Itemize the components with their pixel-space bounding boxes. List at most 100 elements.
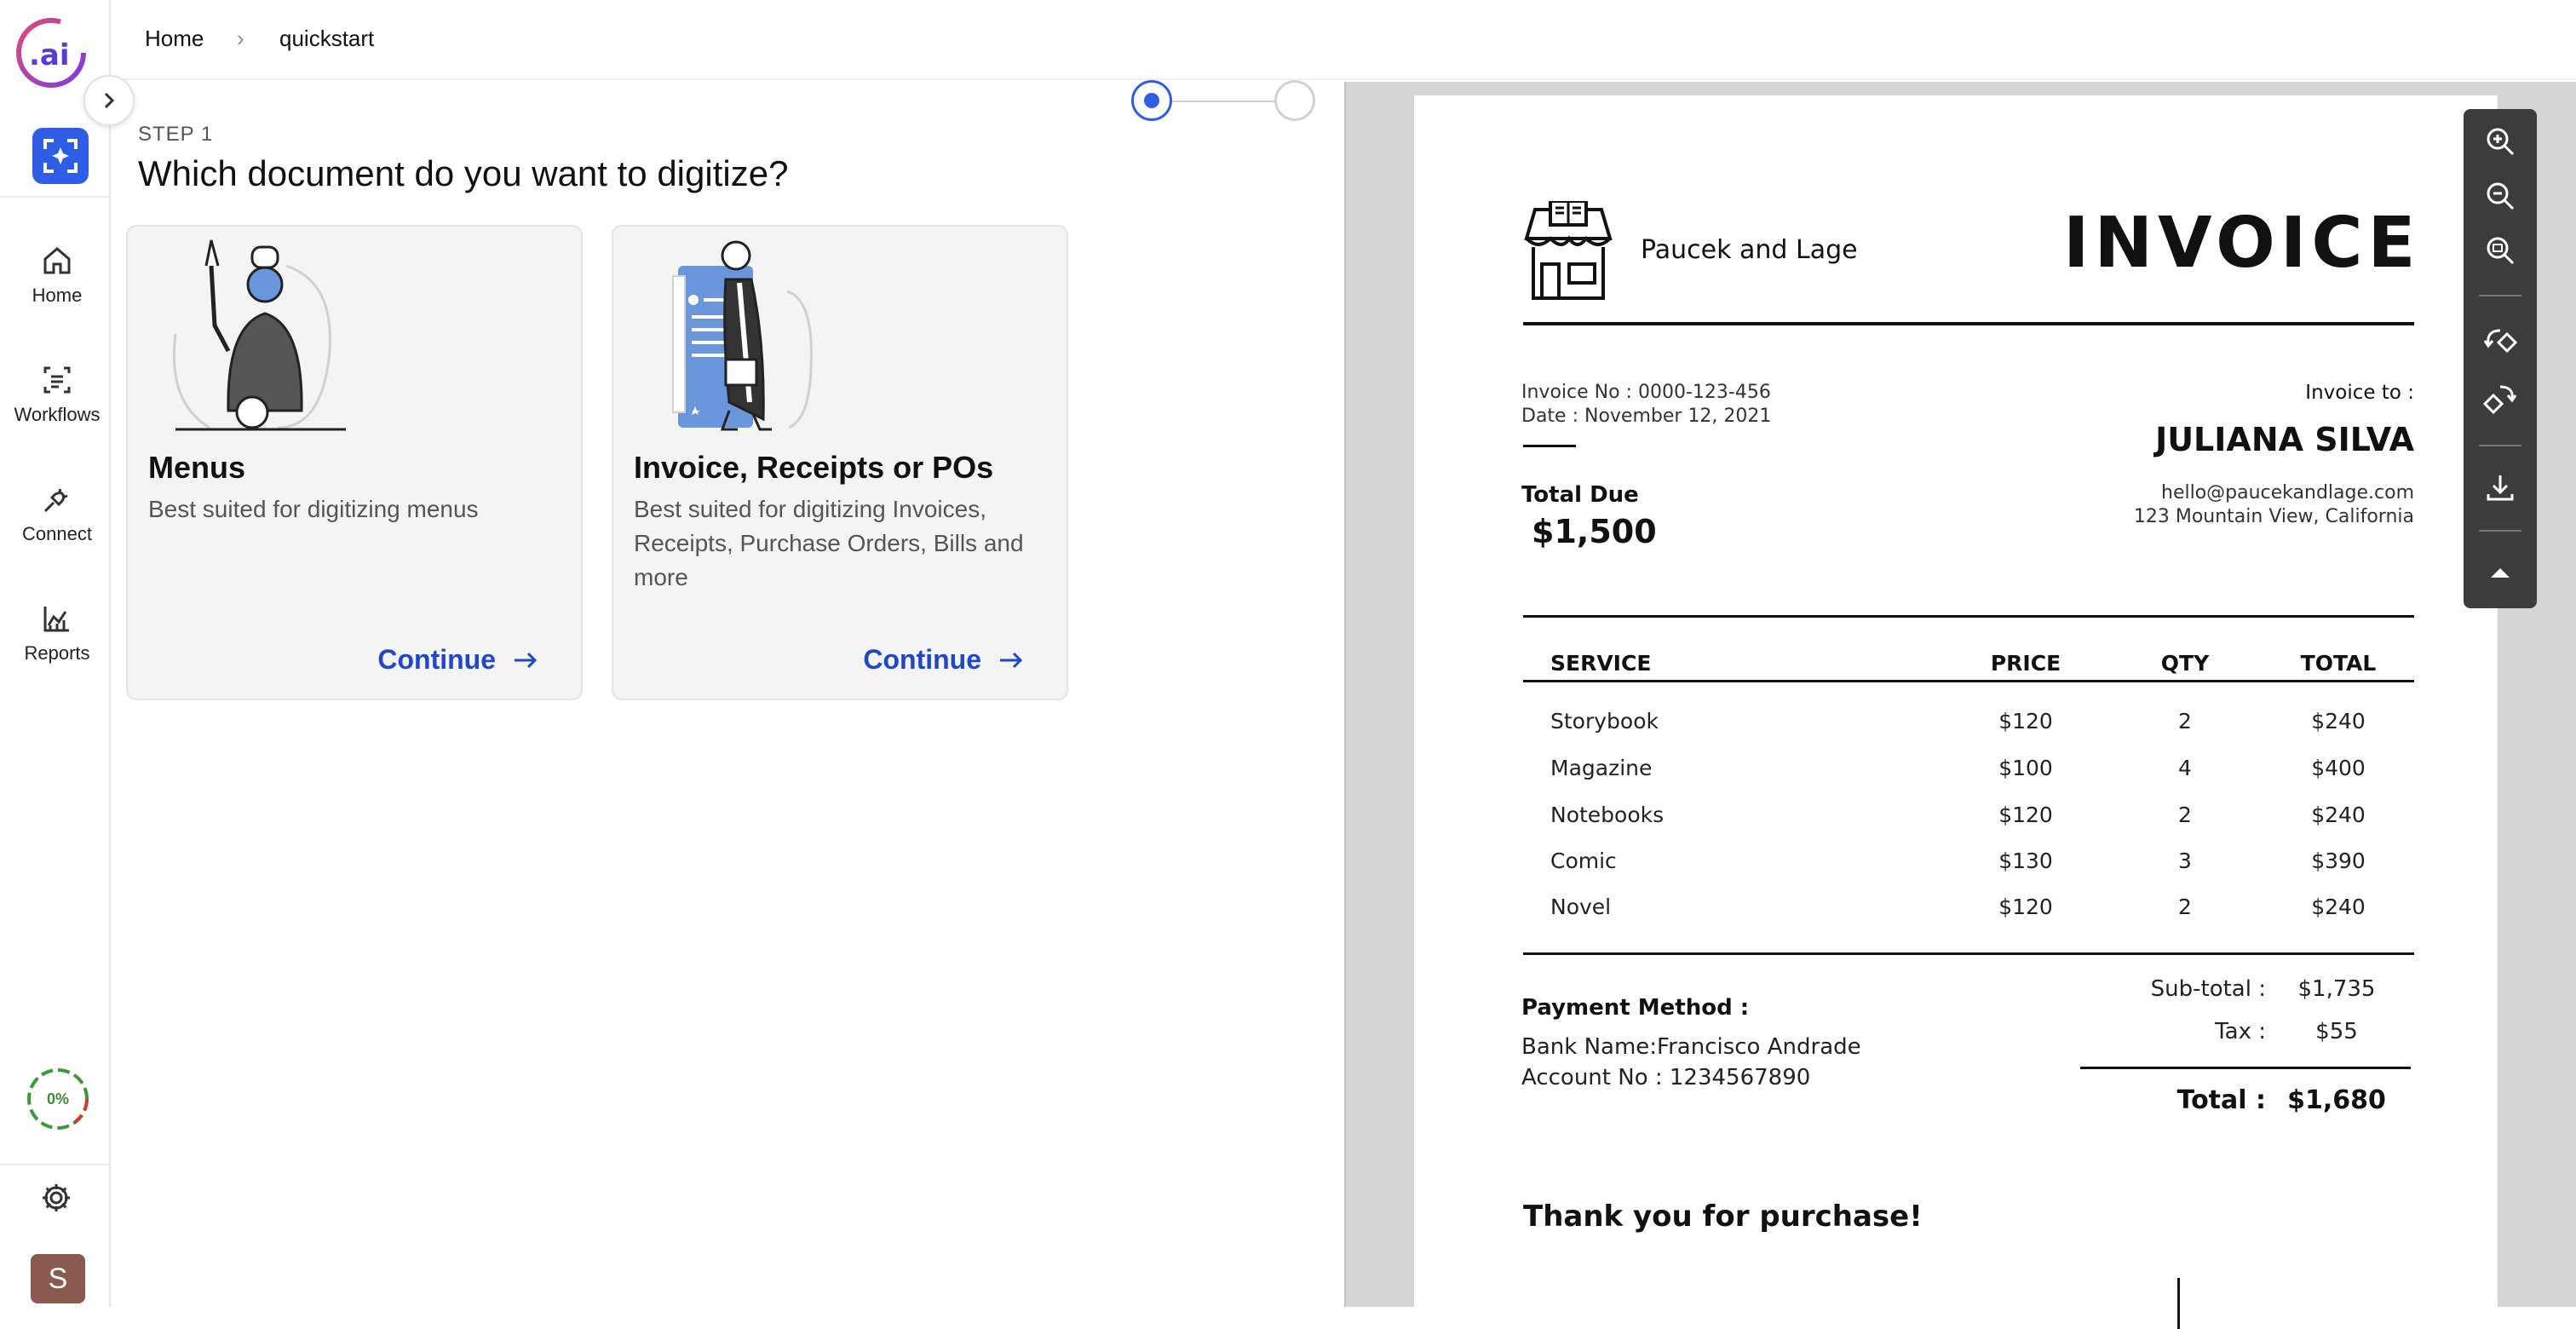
table-header-qty: QTY: [2160, 651, 2210, 676]
sidebar-item-workflows[interactable]: Workflows: [0, 363, 114, 426]
zoom-fit-button[interactable]: [2464, 227, 2537, 274]
sidebar-item-label: Reports: [24, 642, 90, 664]
sidebar-item-label: Connect: [22, 523, 92, 544]
short-divider: [1523, 445, 1576, 447]
scan-sparkle-icon: [43, 139, 78, 173]
row-total: $240: [2311, 709, 2366, 734]
signature-mark: [2177, 1278, 2180, 1329]
row-total: $400: [2311, 756, 2366, 780]
breadcrumb-home[interactable]: Home: [145, 26, 204, 52]
progress-value: 0%: [46, 1090, 69, 1108]
arrow-right-icon: [515, 652, 538, 668]
toolbar-divider: [2479, 295, 2521, 296]
sidebar-divider: [0, 196, 111, 198]
sidebar-item-reports[interactable]: Reports: [0, 601, 114, 664]
bank-name: Bank Name:Francisco Andrade: [1521, 1034, 1861, 1060]
invoice-document-illustration: [672, 240, 813, 431]
client-address: 123 Mountain View, California: [2133, 506, 2414, 527]
zoom-in-icon: [2487, 128, 2515, 156]
zoom-out-icon: [2487, 182, 2515, 210]
table-header-border: [1523, 680, 2414, 682]
workflows-icon: [43, 366, 71, 394]
invoice-date: Date : November 12, 2021: [1521, 406, 1772, 427]
menus-card[interactable]: Menus Best suited for digitizing menus C…: [126, 225, 583, 700]
client-name: JULIANA SILVA: [2155, 421, 2414, 458]
continue-label: Continue: [377, 644, 496, 675]
rotate-left-icon: [2483, 329, 2517, 354]
step-2-indicator[interactable]: [1274, 80, 1315, 121]
header-divider: [1523, 322, 2414, 325]
zoom-in-button[interactable]: [2464, 118, 2537, 165]
chevron-right-icon: [104, 92, 115, 109]
sidebar-item-home[interactable]: Home: [0, 244, 114, 307]
card-title: Menus: [148, 450, 246, 485]
card-title: Invoice, Receipts or POs: [634, 450, 994, 485]
tax-label: Tax :: [2215, 1019, 2266, 1044]
row-qty: 2: [2178, 895, 2192, 919]
gear-icon: [43, 1184, 70, 1211]
table-header-total: TOTAL: [2300, 651, 2377, 676]
settings-button[interactable]: [39, 1181, 73, 1219]
chef-illustration: [172, 239, 346, 431]
row-qty: 2: [2178, 803, 2192, 827]
row-price: $120: [1998, 709, 2053, 734]
table-header-service: SERVICE: [1550, 651, 1652, 676]
tax-value: $55: [2315, 1019, 2358, 1044]
subtotal-value: $1,735: [2297, 976, 2376, 1002]
caret-up-icon: [2491, 568, 2510, 578]
logo-icon: .ai: [16, 18, 86, 88]
menus-continue-button[interactable]: Continue: [377, 644, 538, 676]
rotate-right-button[interactable]: [2464, 377, 2537, 424]
total-label: Total :: [2176, 1085, 2266, 1115]
client-email: hello@paucekandlage.com: [2161, 482, 2414, 503]
row-service: Comic: [1550, 849, 1617, 873]
row-qty: 2: [2178, 709, 2192, 734]
quickstart-button[interactable]: [32, 128, 89, 184]
row-price: $120: [1998, 895, 2053, 919]
step-1-indicator[interactable]: [1131, 80, 1172, 121]
row-service: Storybook: [1550, 709, 1659, 734]
card-description: Best suited for digitizing menus: [148, 496, 479, 522]
sidebar-item-connect[interactable]: Connect: [0, 482, 114, 545]
row-total: $240: [2311, 895, 2366, 919]
rotate-left-button[interactable]: [2464, 319, 2537, 366]
payment-method-label: Payment Method :: [1521, 995, 1750, 1021]
continue-label: Continue: [863, 644, 981, 675]
sidebar-item-label: Workflows: [14, 404, 101, 425]
row-total: $390: [2311, 849, 2366, 873]
stepper-line: [1172, 101, 1283, 102]
breadcrumb-current: quickstart: [279, 26, 375, 51]
invoice-continue-button[interactable]: Continue: [863, 644, 1024, 676]
table-bottom-border: [1523, 952, 2414, 955]
logo-text: .ai: [29, 38, 70, 72]
invoice-page: Paucek and Lage INVOICE Invoice No : 000…: [1414, 95, 2498, 1329]
sidebar-expand-button[interactable]: [83, 75, 135, 126]
table-header-price: PRICE: [1990, 651, 2061, 676]
download-button[interactable]: [2464, 463, 2537, 511]
invoice-number: Invoice No : 0000-123-456: [1521, 382, 1771, 403]
home-icon: [43, 247, 71, 274]
rotate-right-icon: [2483, 385, 2517, 415]
row-qty: 3: [2178, 849, 2192, 873]
usage-progress-ring[interactable]: 0%: [24, 1065, 92, 1133]
avatar[interactable]: S: [31, 1254, 85, 1303]
collapse-toolbar-button[interactable]: [2464, 549, 2537, 596]
row-service: Novel: [1550, 895, 1612, 919]
row-price: $130: [1998, 849, 2053, 873]
step-active-dot: [1144, 93, 1159, 108]
table-top-border: [1523, 615, 2414, 618]
sidebar-divider: [0, 1164, 111, 1165]
toolbar-divider: [2479, 445, 2521, 446]
row-service: Magazine: [1550, 756, 1653, 780]
step-label: STEP 1: [138, 123, 214, 146]
document-viewer[interactable]: Paucek and Lage INVOICE Invoice No : 000…: [1344, 82, 2576, 1329]
invoice-card[interactable]: Invoice, Receipts or POs Best suited for…: [612, 225, 1068, 700]
store-icon: [1524, 201, 1613, 300]
breadcrumb-separator-icon: ›: [237, 26, 244, 51]
zoom-out-button[interactable]: [2464, 172, 2537, 220]
plug-icon: [43, 488, 68, 513]
subtotal-label: Sub-total :: [2150, 976, 2266, 1002]
account-number: Account No : 1234567890: [1521, 1065, 1811, 1090]
arrow-right-icon: [1000, 652, 1023, 668]
app-logo[interactable]: .ai: [12, 14, 90, 92]
